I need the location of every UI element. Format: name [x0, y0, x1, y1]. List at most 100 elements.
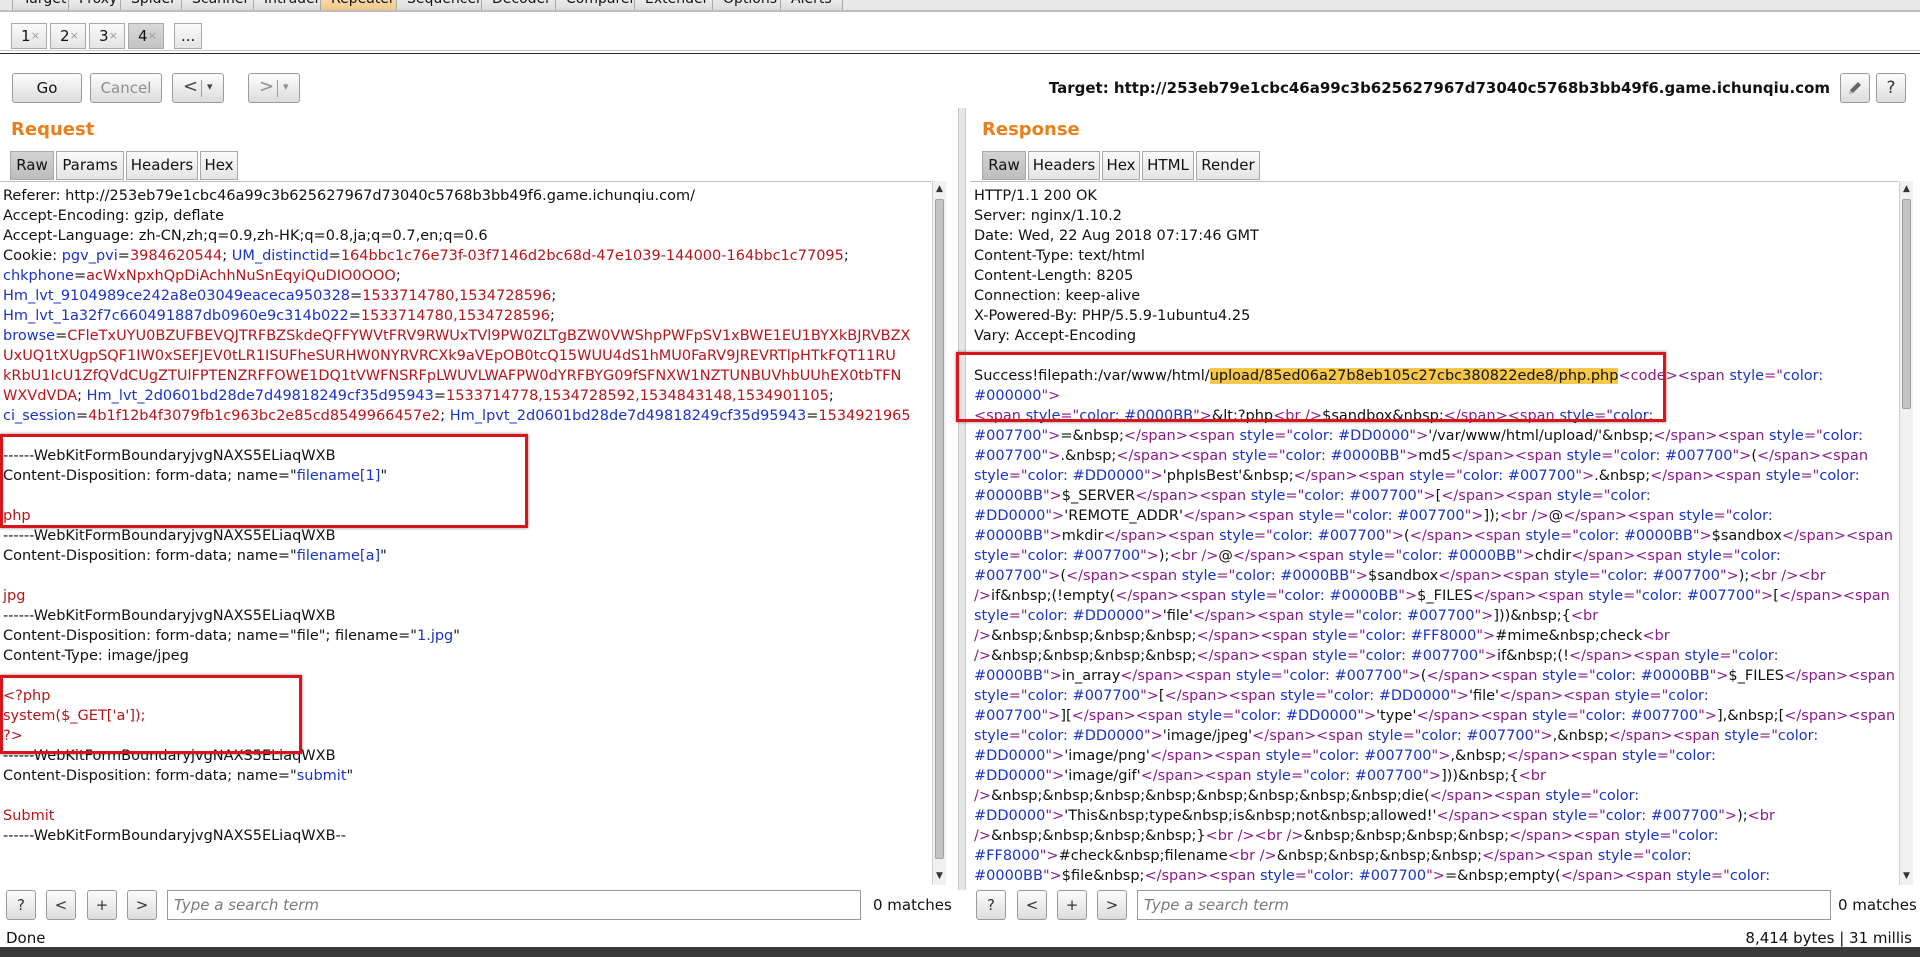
- help-button[interactable]: ?: [1876, 73, 1906, 103]
- close-icon[interactable]: ×: [31, 24, 40, 48]
- response-search-input[interactable]: Type a search term: [1137, 890, 1831, 920]
- forward-button[interactable]: > ▾: [248, 73, 300, 103]
- editor-line: style="color: #DD0000">'phpIsBest'&nbsp;…: [974, 466, 1895, 486]
- scrollbar-thumb[interactable]: [935, 199, 944, 859]
- tab-options[interactable]: Options: [712, 0, 789, 10]
- response-search-add-button[interactable]: +: [1057, 890, 1087, 920]
- editor-token: color: #007700: [1352, 508, 1465, 524]
- repeater-tab-bar: 1 × 2 × 3 × 4 × ...: [0, 18, 1920, 54]
- separator: [277, 80, 278, 97]
- editor-token: </span><span: [1115, 588, 1231, 604]
- response-search-prev-button[interactable]: <: [1017, 890, 1047, 920]
- editor-token: </span><span: [1252, 728, 1368, 744]
- editor-token: </span><span: [1192, 608, 1309, 624]
- editor-token: #007700: [974, 568, 1042, 584]
- split-divider[interactable]: [958, 108, 966, 890]
- editor-token: WXVdVDA: [3, 388, 78, 404]
- tab-spider[interactable]: Spider: [120, 0, 187, 10]
- tab-decoder[interactable]: Decoder: [481, 0, 562, 10]
- chevron-down-icon[interactable]: ▾: [283, 74, 289, 100]
- editor-token: Date: Wed, 22 Aug 2018 07:17:46 GMT: [974, 228, 1259, 244]
- scroll-up-icon[interactable]: ▲: [933, 183, 946, 196]
- close-icon[interactable]: ×: [70, 24, 79, 48]
- repeater-tab-label: 4: [138, 27, 148, 45]
- scroll-down-icon[interactable]: ▼: [933, 870, 946, 883]
- repeater-tab-2[interactable]: 2 ×: [50, 23, 86, 49]
- editor-token: </span><span: [1164, 688, 1281, 704]
- request-search-prev-button[interactable]: <: [46, 890, 76, 920]
- editor-token: =": [1300, 748, 1320, 764]
- target-label[interactable]: Target: http://253eb79e1cbc46a99c3b62562…: [1049, 79, 1830, 97]
- editor-token: style: [1525, 528, 1561, 544]
- repeater-tab-new[interactable]: ...: [174, 23, 202, 49]
- editor-line: Server: nginx/1.10.2: [974, 206, 1895, 226]
- editor-token: ">: [1140, 688, 1159, 704]
- response-scrollbar[interactable]: ▲ ▼: [1899, 181, 1913, 885]
- editor-token: UM_distinctid: [231, 248, 329, 264]
- request-tab-params[interactable]: Params: [56, 151, 124, 180]
- response-tab-raw[interactable]: Raw: [982, 151, 1026, 180]
- scrollbar-thumb[interactable]: [1902, 199, 1911, 409]
- tab-scanner[interactable]: Scanner: [181, 0, 261, 10]
- editor-token: $_FILES: [1417, 588, 1473, 604]
- request-tab-headers[interactable]: Headers: [126, 151, 198, 180]
- scroll-down-icon[interactable]: ▼: [1900, 870, 1913, 883]
- repeater-tab-4[interactable]: 4 ×: [128, 23, 164, 49]
- editor-token: ;: [222, 248, 232, 264]
- tab-extender[interactable]: Extender: [634, 0, 720, 10]
- editor-token: ">: [1732, 448, 1752, 464]
- editor-token: </span><span: [1409, 528, 1526, 544]
- editor-token: </span><span: [1650, 468, 1766, 484]
- request-search-input[interactable]: Type a search term: [167, 890, 861, 920]
- response-tab-hex[interactable]: Hex: [1102, 151, 1140, 180]
- editor-token: </span><span: [1438, 568, 1554, 584]
- editor-token: color: #DD0000: [1027, 608, 1144, 624]
- request-search-next-button[interactable]: >: [127, 890, 157, 920]
- editor-token: =": [1290, 768, 1310, 784]
- editor-token: color: #007700: [1620, 448, 1733, 464]
- response-tab-html[interactable]: HTML: [1142, 151, 1194, 180]
- editor-token: style: [1624, 828, 1660, 844]
- repeater-tab-1[interactable]: 1 ×: [11, 23, 47, 49]
- request-scrollbar[interactable]: ▲ ▼: [932, 181, 946, 885]
- back-button[interactable]: < ▾: [172, 73, 224, 103]
- tab-comparer[interactable]: Comparer: [555, 0, 647, 10]
- response-body[interactable]: HTTP/1.1 200 OK Server: nginx/1.10.2 Date:…: [974, 186, 1895, 885]
- editor-token: style: [1729, 368, 1765, 384]
- close-icon[interactable]: ×: [148, 24, 157, 48]
- response-search-next-button[interactable]: >: [1097, 890, 1127, 920]
- editor-token: Referer: http://253eb79e1cbc46a99c3b6256…: [3, 188, 695, 204]
- editor-token: ">: [1709, 668, 1729, 684]
- request-tab-raw[interactable]: Raw: [10, 151, 54, 180]
- response-tab-headers[interactable]: Headers: [1028, 151, 1100, 180]
- editor-token: &nbsp;&nbsp;&nbsp;&nbsp;: [1276, 848, 1483, 864]
- request-tab-hex[interactable]: Hex: [200, 151, 238, 180]
- editor-token: </span><span: [1781, 528, 1893, 544]
- edit-target-button[interactable]: [1840, 73, 1870, 103]
- response-search-help-button[interactable]: ?: [976, 890, 1006, 920]
- cancel-button[interactable]: Cancel: [90, 73, 162, 103]
- close-icon[interactable]: ×: [109, 24, 118, 48]
- chevron-down-icon[interactable]: ▾: [207, 74, 213, 100]
- response-editor[interactable]: HTTP/1.1 200 OK Server: nginx/1.10.2 Date:…: [970, 181, 1898, 885]
- response-tab-render[interactable]: Render: [1196, 151, 1260, 180]
- request-search-add-button[interactable]: +: [87, 890, 117, 920]
- editor-token: CFleTxUYU0BZUFBEVQJTRFBZSkdeQFFYWVtFRV9R…: [67, 328, 911, 344]
- request-search-help-button[interactable]: ?: [6, 890, 36, 920]
- editor-token: style: [974, 548, 1009, 564]
- editor-token: />: [974, 828, 992, 844]
- tab-repeater[interactable]: Repeater: [320, 0, 406, 10]
- go-button[interactable]: Go: [12, 73, 82, 103]
- tab-alerts[interactable]: Alerts: [780, 0, 843, 10]
- scroll-up-icon[interactable]: ▲: [1900, 183, 1913, 196]
- editor-token: color: #0000BB: [1578, 528, 1693, 544]
- editor-token: style: [1187, 708, 1223, 724]
- editor-token: =": [1333, 508, 1353, 524]
- tab-sequencer[interactable]: Sequencer: [396, 0, 493, 10]
- request-editor[interactable]: Referer: http://253eb79e1cbc46a99c3b6256…: [0, 181, 931, 885]
- editor-token: ">: [1143, 468, 1163, 484]
- editor-token: =": [1560, 528, 1579, 544]
- editor-token: ">: [1719, 568, 1739, 584]
- repeater-tab-3[interactable]: 3 ×: [89, 23, 125, 49]
- response-title: Response: [982, 119, 1080, 140]
